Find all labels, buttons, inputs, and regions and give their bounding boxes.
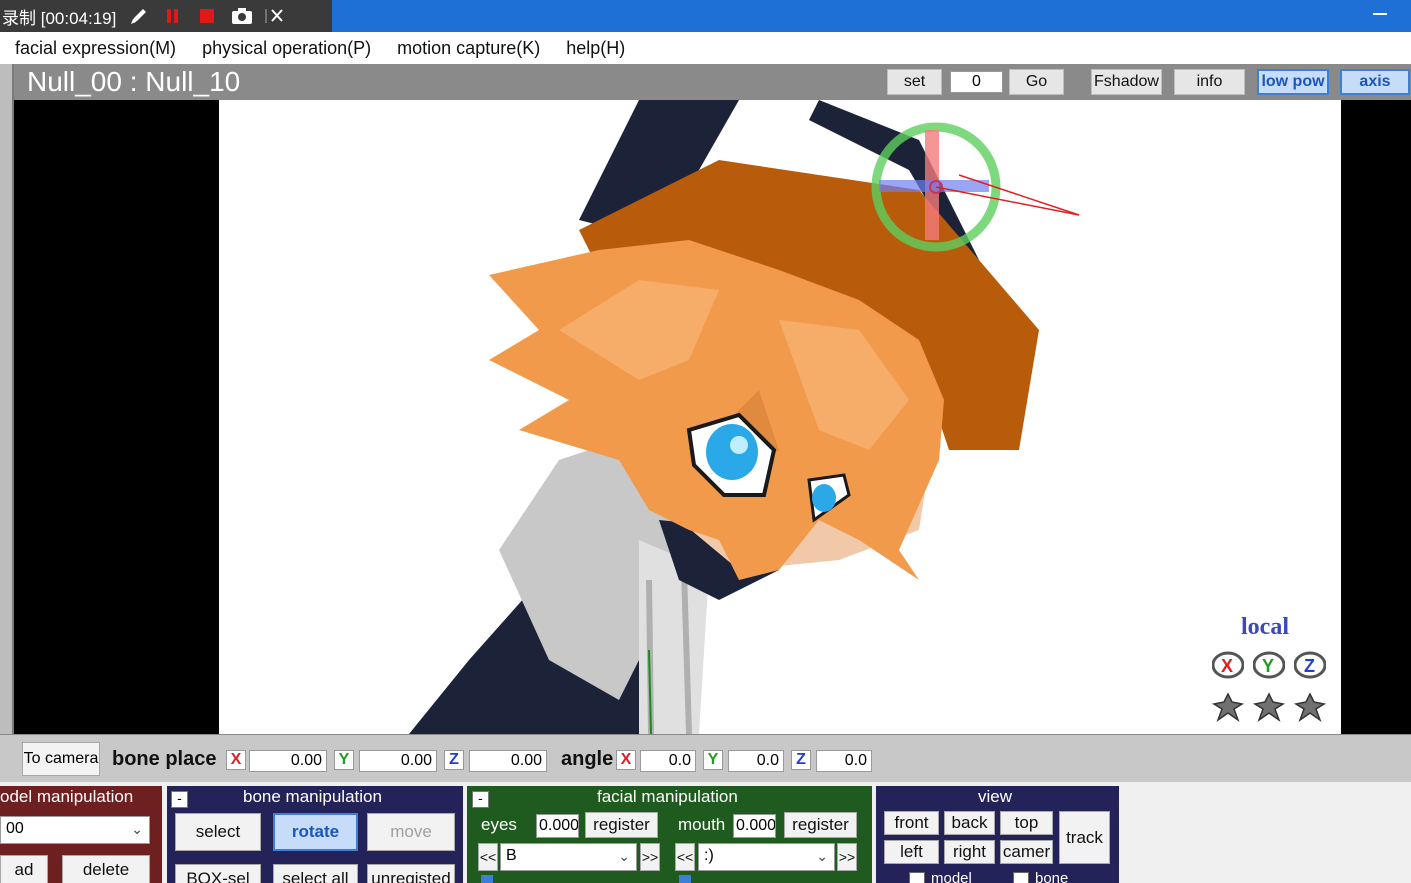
eyes-register-button[interactable]: register [585, 812, 658, 838]
view-panel-title: view [978, 787, 1013, 806]
bone-checkbox[interactable] [1013, 872, 1029, 883]
view-right-button[interactable]: right [944, 840, 995, 864]
svg-text:X: X [1221, 656, 1233, 676]
pen-icon[interactable] [128, 5, 150, 27]
model-checkbox[interactable] [909, 872, 925, 883]
eyes-label: eyes [481, 815, 517, 834]
z-axis-lock-icon[interactable]: Z [1293, 650, 1327, 680]
menu-bar: facial expression(M) physical operation(… [0, 32, 1411, 64]
angle-z-tag: Z [791, 750, 811, 770]
select-all-button[interactable]: select all [273, 864, 358, 883]
mouth-next-button[interactable]: >> [837, 843, 857, 871]
mouth-register-button[interactable]: register [784, 812, 857, 838]
bone-panel-collapse-button[interactable]: - [171, 791, 188, 808]
y-rotate-handle-icon[interactable] [1251, 692, 1287, 722]
mouth-label: mouth [678, 815, 726, 834]
menu-help[interactable]: help(H) [551, 38, 636, 59]
selected-bone-name: Null_00 : Null_10 [27, 66, 241, 97]
mouth-slider-thumb[interactable] [679, 875, 691, 883]
facial-panel-title: facial manipulation [597, 787, 738, 806]
menu-physical-operation[interactable]: physical operation(P) [187, 38, 382, 59]
pos-z-field[interactable]: 0.00 [469, 750, 547, 772]
view-camera-button[interactable]: camer [1000, 840, 1053, 864]
eyes-prev-button[interactable]: << [478, 843, 498, 871]
angle-y-field[interactable]: 0.0 [728, 750, 784, 772]
model-scene[interactable] [219, 100, 1341, 734]
mouth-value-field[interactable]: 0.000 [733, 814, 776, 838]
delete-model-button[interactable]: delete [62, 855, 150, 883]
facial-panel-collapse-button[interactable]: - [472, 791, 489, 808]
mouth-prev-button[interactable]: << [675, 843, 695, 871]
model-select-value: 00 [6, 820, 24, 837]
info-button[interactable]: info [1174, 69, 1245, 95]
unregisted-button[interactable]: unregisted [367, 864, 455, 883]
eyes-select-value: B [506, 847, 517, 864]
go-button[interactable]: Go [1009, 69, 1064, 95]
bone-checkbox-label: bone [1035, 870, 1069, 883]
stop-icon[interactable] [196, 5, 218, 27]
eyes-next-button[interactable]: >> [640, 843, 660, 871]
local-axis-label: local [1241, 614, 1289, 640]
pos-x-tag: X [226, 750, 246, 770]
menu-facial-expression[interactable]: facial expression(M) [0, 38, 187, 59]
box-select-button[interactable]: BOX-sel [175, 864, 261, 883]
model-select[interactable]: 00 ⌄ [0, 816, 150, 844]
view-track-button[interactable]: track [1059, 811, 1110, 864]
model-checkbox-label: model [931, 870, 972, 883]
pos-z-tag: Z [444, 750, 464, 770]
chevron-down-icon: ⌄ [816, 848, 828, 864]
angle-x-field[interactable]: 0.0 [640, 750, 696, 772]
mouth-select-value: :) [704, 847, 714, 864]
mmd-window: 录制 [00:04:19] facial expression(M) physi… [0, 0, 1411, 883]
pause-icon[interactable] [162, 5, 184, 27]
pos-y-tag: Y [334, 750, 354, 770]
axis-button[interactable]: axis [1340, 69, 1410, 95]
z-rotate-handle-icon[interactable] [1292, 692, 1328, 722]
view-front-button[interactable]: front [884, 811, 939, 835]
bone-move-button[interactable]: move [367, 813, 455, 851]
angle-z-field[interactable]: 0.0 [816, 750, 872, 772]
load-model-button[interactable]: ad [0, 855, 48, 883]
frame-input[interactable]: 0 [950, 71, 1003, 93]
set-button[interactable]: set [887, 69, 942, 95]
3d-viewport[interactable] [14, 100, 1411, 734]
bone-panel-title: bone manipulation [243, 787, 382, 806]
model-panel-title: odel manipulation [0, 787, 134, 806]
view-back-button[interactable]: back [944, 811, 995, 835]
to-camera-button[interactable]: To camera [22, 742, 100, 776]
left-splitter[interactable] [0, 64, 14, 734]
minimize-button[interactable] [1373, 13, 1387, 15]
x-rotate-handle-icon[interactable] [1210, 692, 1246, 722]
angle-label: angle [561, 748, 614, 770]
bone-rotate-button[interactable]: rotate [273, 813, 358, 851]
svg-text:Z: Z [1304, 656, 1315, 676]
chevron-down-icon: ⌄ [131, 821, 143, 837]
character-model-render [409, 100, 1080, 734]
eyes-value-field[interactable]: 0.000 [536, 814, 579, 838]
bone-select-button[interactable]: select [175, 813, 261, 851]
angle-x-tag: X [616, 750, 636, 770]
x-axis-lock-icon[interactable]: X [1211, 650, 1245, 680]
view-left-button[interactable]: left [884, 840, 939, 864]
fshadow-button[interactable]: Fshadow [1091, 69, 1162, 95]
camera-icon[interactable] [230, 5, 253, 27]
bone-place-label: bone place [112, 748, 217, 770]
eyes-slider-thumb[interactable] [481, 875, 493, 883]
view-top-button[interactable]: top [1000, 811, 1053, 835]
recording-bar: 录制 [00:04:19] [0, 0, 332, 32]
close-icon[interactable] [264, 5, 286, 27]
eyes-select[interactable]: B ⌄ [500, 843, 637, 871]
pos-x-field[interactable]: 0.00 [249, 750, 327, 772]
recording-timer: 录制 [00:04:19] [2, 8, 117, 28]
menu-motion-capture[interactable]: motion capture(K) [382, 38, 551, 59]
pos-y-field[interactable]: 0.00 [359, 750, 437, 772]
svg-text:Y: Y [1262, 656, 1274, 676]
low-power-button[interactable]: low pow [1257, 69, 1329, 95]
mouth-select[interactable]: :) ⌄ [698, 843, 835, 871]
chevron-down-icon: ⌄ [618, 848, 630, 864]
y-axis-lock-icon[interactable]: Y [1252, 650, 1286, 680]
title-bar [332, 0, 1411, 32]
angle-y-tag: Y [703, 750, 723, 770]
